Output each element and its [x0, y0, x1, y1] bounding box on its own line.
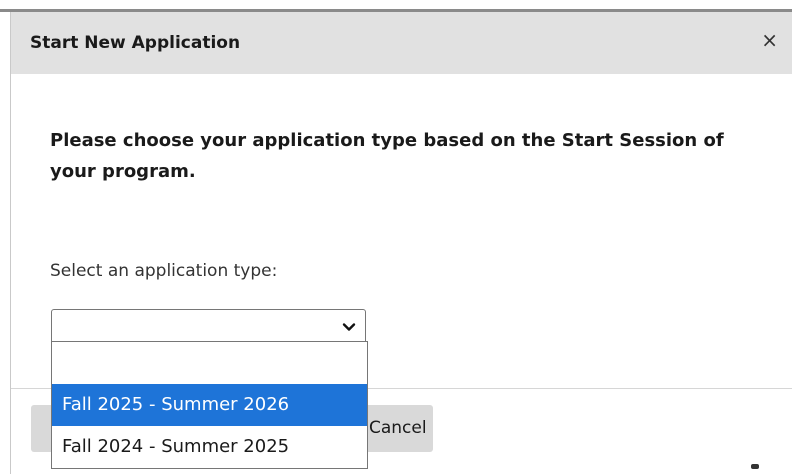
application-type-options: Fall 2025 - Summer 2026 Fall 2024 - Summ… — [51, 341, 368, 469]
application-type-label: Select an application type: — [50, 261, 278, 281]
footer-mark — [751, 464, 759, 469]
cancel-button-label: Cancel — [369, 418, 427, 438]
dialog-title: Start New Application — [30, 33, 241, 53]
chevron-down-icon — [342, 323, 356, 331]
application-type-select[interactable] — [51, 309, 366, 344]
close-icon[interactable]: × — [761, 30, 778, 50]
dialog-header: Start New Application × — [11, 12, 792, 74]
option-fall-2024-summer-2025[interactable]: Fall 2024 - Summer 2025 — [52, 426, 367, 468]
option-blank[interactable] — [52, 342, 367, 384]
option-fall-2025-summer-2026[interactable]: Fall 2025 - Summer 2026 — [52, 384, 367, 426]
instructions-text: Please choose your application type base… — [50, 130, 724, 182]
